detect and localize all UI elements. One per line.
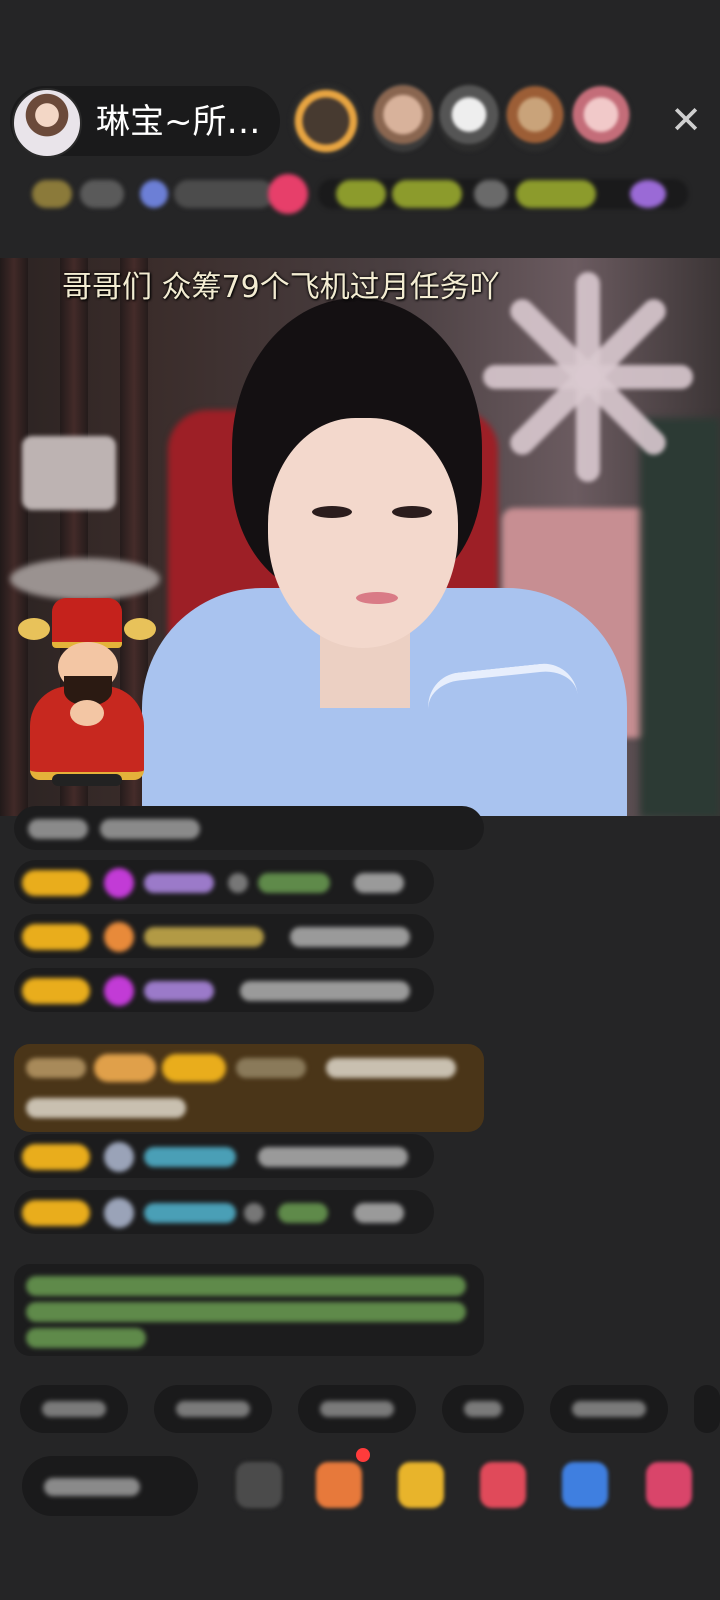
lamp xyxy=(22,436,116,510)
heart-icon[interactable] xyxy=(268,174,308,214)
chat-message[interactable] xyxy=(14,806,484,850)
task-text xyxy=(474,180,508,208)
quick-reply-chip[interactable] xyxy=(298,1385,416,1433)
rank-chip[interactable] xyxy=(32,180,72,208)
quick-reply-chip[interactable] xyxy=(550,1385,668,1433)
streamer-eye xyxy=(392,506,432,518)
fan-icon[interactable] xyxy=(140,180,168,208)
viewer-avatar-top1[interactable] xyxy=(290,84,362,158)
chat-message[interactable] xyxy=(14,1190,434,1234)
system-notice xyxy=(14,1264,484,1356)
task-text xyxy=(516,180,596,208)
chat-message[interactable] xyxy=(14,1134,434,1178)
gem-icon xyxy=(104,1198,134,1228)
quick-reply-row[interactable] xyxy=(20,1385,720,1433)
gift-icon[interactable] xyxy=(316,1462,362,1508)
host-avatar[interactable] xyxy=(12,88,82,158)
game-icon[interactable] xyxy=(562,1462,608,1508)
streamer-face xyxy=(268,418,458,648)
level-badge xyxy=(22,870,90,896)
quick-reply-chip[interactable] xyxy=(154,1385,272,1433)
more-icon[interactable] xyxy=(236,1462,282,1508)
level-badge xyxy=(22,1144,90,1170)
video-banner-text: 哥哥们 众筹79个飞机过月任务吖 xyxy=(62,270,500,305)
wish-icon[interactable] xyxy=(480,1462,526,1508)
level-badge xyxy=(22,1200,90,1226)
viewer-avatar[interactable] xyxy=(570,84,632,152)
chat-message[interactable] xyxy=(14,914,434,958)
level-badge xyxy=(22,924,90,950)
decor-flower xyxy=(483,262,696,492)
quick-reply-chip[interactable] xyxy=(694,1385,720,1433)
streamer-mouth xyxy=(356,592,398,604)
gem-icon xyxy=(104,922,134,952)
gem-icon xyxy=(104,976,134,1006)
task-icon xyxy=(630,180,666,208)
gem-icon xyxy=(104,1142,134,1172)
task-text xyxy=(336,180,386,208)
quick-reply-chip[interactable] xyxy=(20,1385,128,1433)
red-packet-icon[interactable] xyxy=(398,1462,444,1508)
gem-icon xyxy=(104,868,134,898)
comment-input[interactable] xyxy=(22,1456,198,1516)
host-name[interactable]: 琳宝~所… xyxy=(96,100,276,144)
gift-box-icon[interactable] xyxy=(646,1462,692,1508)
chat-message[interactable] xyxy=(14,860,434,904)
god-of-wealth-sticker-icon[interactable] xyxy=(14,590,156,790)
level-badge xyxy=(22,978,90,1004)
streamer-eye xyxy=(312,506,352,518)
chat-list[interactable] xyxy=(0,806,720,1356)
chat-message[interactable] xyxy=(14,968,434,1012)
close-icon[interactable]: ✕ xyxy=(664,98,708,142)
gift-message[interactable] xyxy=(14,1044,484,1132)
rank-text xyxy=(80,180,124,208)
room-info-row[interactable] xyxy=(22,172,702,218)
viewer-avatar[interactable] xyxy=(372,84,434,152)
quick-reply-chip[interactable] xyxy=(442,1385,524,1433)
viewer-avatar[interactable] xyxy=(438,84,500,152)
task-text xyxy=(392,180,462,208)
notification-dot xyxy=(356,1448,370,1462)
viewer-avatar[interactable] xyxy=(504,84,566,152)
fan-text xyxy=(174,180,274,208)
